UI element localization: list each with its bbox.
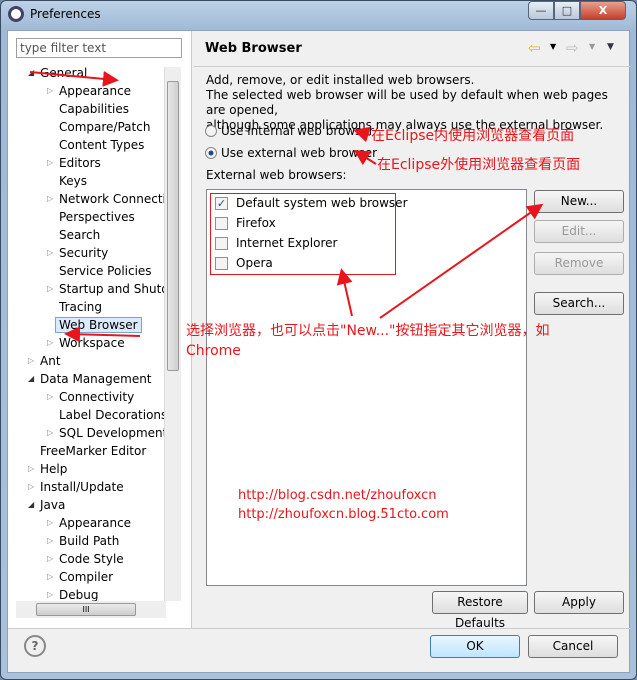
arrow-general	[29, 70, 119, 87]
annotation-arrows	[29, 70, 544, 343]
arrow-list	[336, 268, 353, 317]
arrow-web-browser	[64, 326, 141, 343]
arrow-internal	[353, 126, 371, 143]
arrow-external	[353, 149, 377, 166]
arrow-new	[379, 203, 544, 319]
